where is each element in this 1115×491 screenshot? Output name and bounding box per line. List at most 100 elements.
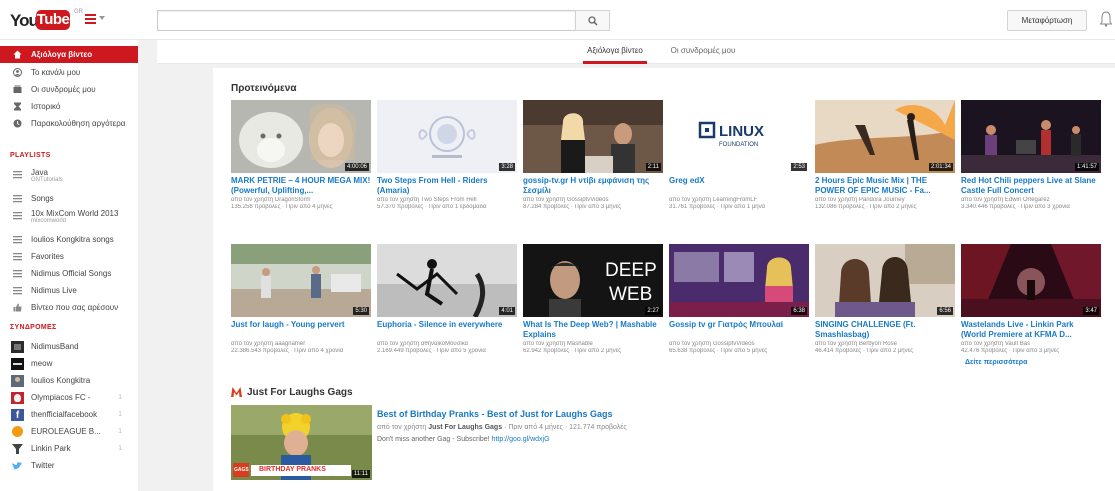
video-thumbnail[interactable]: DEEP WEB 2:27 [523, 244, 663, 317]
video-title-link[interactable]: Best of Birthday Pranks - Best of Just f… [377, 409, 613, 419]
video-uploader[interactable]: από τον χρήστη GossiptvVideos [523, 197, 663, 204]
sidebar-item-history[interactable]: Ιστορικό [0, 98, 138, 115]
video-thumbnail[interactable]: 6:38 [669, 244, 809, 317]
sidebar-item-subscriptions[interactable]: Οι συνδρομές μου [0, 81, 138, 98]
video-title-link[interactable]: Wastelands Live - Linkin Park (World Pre… [961, 320, 1101, 340]
logo-tube: Tube [36, 10, 70, 30]
sidebar-playlist-item[interactable]: 10x MixCom World 2013 mixcomworld [0, 207, 138, 229]
sidebar-playlist-item[interactable]: Nidimus Live [0, 282, 138, 299]
sidebar-playlist-item[interactable]: Ioulios Kongkitra songs [0, 231, 138, 248]
video-uploader[interactable]: από τον χρήστη Berbyon Rose [815, 341, 955, 348]
video-title-link[interactable]: Just for laugh - Young pervert [231, 320, 371, 340]
new-count: 1 [118, 428, 122, 435]
search-input[interactable] [157, 10, 575, 31]
sidebar-subscription-item[interactable]: Twitter [0, 457, 138, 474]
video-uploader[interactable]: από τον χρήστη Two Steps From Hell [377, 197, 517, 204]
video-title-link[interactable]: Red Hot Chili peppers Live at Slane Cast… [961, 176, 1101, 196]
sidebar-playlist-item[interactable]: Songs [0, 190, 138, 207]
video-uploader[interactable]: από τον χρήστη Mashable [523, 341, 663, 348]
sidebar-item-what-to-watch[interactable]: Αξιόλογα βίντεο [0, 46, 138, 63]
youtube-logo[interactable]: You Tube GR [10, 9, 83, 31]
video-title-link[interactable]: Two Steps From Hell - Riders (Amaria) [377, 176, 517, 196]
meta-prefix: από τον χρήστη [377, 424, 427, 431]
svg-text:WEB: WEB [609, 284, 652, 305]
thumbnail-badge-text: GAGS [234, 467, 249, 473]
sidebar-subscription-item[interactable]: Olympiacos FC - 1 [0, 389, 138, 406]
video-title-link[interactable]: SINGING CHALLENGE (Ft. Smashlasbag) [815, 320, 955, 340]
sidebar-subscription-item[interactable]: meow [0, 355, 138, 372]
video-title-link[interactable]: Euphoria - Silence in everywhere [377, 320, 517, 340]
playlists-heading: PLAYLISTS [10, 152, 51, 159]
sidebar-subscription-item[interactable]: f thenfficialfacebook 1 [0, 406, 138, 423]
sidebar-subscription-item[interactable]: Ioulios Kongkitra [0, 372, 138, 389]
sidebar-playlist-item[interactable]: Favorites [0, 248, 138, 265]
video-title-link[interactable]: 2 Hours Epic Music Mix | THE POWER OF EP… [815, 176, 955, 196]
tab-my-subscriptions[interactable]: Οι συνδρομές μου [663, 40, 743, 64]
video-uploader[interactable]: από τον χρήστη Pandora Journey [815, 197, 955, 204]
video-thumbnail[interactable]: 3:47 [961, 244, 1101, 317]
video-duration: 1:41:57 [1074, 163, 1099, 171]
video-title-link[interactable]: Gossip tv gr Γιατρός Μπουλαί [669, 320, 809, 340]
video-thumbnail[interactable]: 1:41:57 [961, 100, 1101, 173]
sidebar-item-label: Nidimus Live [31, 286, 77, 295]
video-stats: 42.476 προβολές · Πριν από 3 μήνες [961, 348, 1060, 354]
video-uploader[interactable]: από τον χρήστη LearningFromLF [669, 197, 809, 204]
sidebar-playlist-item[interactable]: Nidimus Official Songs [0, 265, 138, 282]
notifications-bell-icon[interactable] [1100, 11, 1112, 27]
video-stats: 132.086 προβολές · Πριν από 2 μήνες [815, 204, 917, 210]
video-title-link[interactable]: gossip-tv.gr Η ντίβι εμφάνιση της Σεσμίλ… [523, 176, 663, 196]
video-thumbnail[interactable]: LINUX FOUNDATION 2:53 [669, 100, 809, 173]
playlist-icon [13, 195, 22, 203]
sidebar-item-label: Favorites [31, 252, 64, 261]
sidebar-subscription-item[interactable]: Linkin Park 1 [0, 440, 138, 457]
history-icon [14, 102, 21, 111]
sidebar-liked-videos[interactable]: Βίντεο που σας αρέσουν [0, 299, 138, 316]
video-thumbnail[interactable]: 2:01:34 [815, 100, 955, 173]
sidebar-item-label: Java [31, 168, 48, 177]
video-stats: 135.258 προβολές · Πριν από 4 μήνες [231, 204, 333, 210]
sidebar-item-label: meow [31, 359, 53, 368]
video-thumbnail[interactable]: 2:11 [523, 100, 663, 173]
menu-icon [85, 14, 96, 26]
video-stats: 65.638 προβολές · Πριν από 5 μήνες [669, 348, 768, 354]
playlist-icon [13, 270, 22, 278]
video-thumbnail[interactable]: 3:28 [377, 100, 517, 173]
video-thumbnail[interactable]: BIRTHDAY PRANKS GAGS 11:11 [231, 405, 372, 480]
video-uploader[interactable]: από τον χρήστη Vault Bas [961, 341, 1101, 348]
sidebar-item-label: Βίντεο που σας αρέσουν [31, 303, 119, 312]
video-description: Don't miss another Gag - Subscribe! http… [377, 436, 550, 443]
sidebar-item-my-channel[interactable]: Το κανάλι μου [0, 64, 138, 81]
deep-web-thumbnail-image: DEEP WEB [523, 244, 663, 317]
channel-shelf-title[interactable]: Just For Laughs Gags [247, 387, 353, 398]
video-uploader[interactable]: από τον χρήστη DragonStorm [231, 197, 371, 204]
sidebar-subscription-item[interactable]: NidimusBand [0, 338, 138, 355]
channel-logo-icon[interactable] [231, 387, 242, 397]
video-thumbnail[interactable]: 4:01 [377, 244, 517, 317]
description-link[interactable]: http://goo.gl/wdxjG [492, 436, 550, 443]
show-more-link[interactable]: Δείτε περισσότερα [965, 359, 1027, 366]
sidebar-playlist-item[interactable]: Java GNTutorials [0, 166, 138, 188]
guide-menu-button[interactable] [85, 12, 107, 26]
euroleague-icon [11, 426, 24, 438]
video-title-link[interactable]: MARK PETRIE – 4 HOUR MEGA MIX! (Powerful… [231, 176, 371, 196]
video-uploader[interactable]: από τον χρήστη Edwin Ortegarez [961, 197, 1101, 204]
subscriptions-heading: ΣΥΝΔΡΟΜΕΣ [10, 324, 57, 331]
video-uploader[interactable]: από τον χρήστη GossiptvVideos [669, 341, 809, 348]
channel-link[interactable]: Just For Laughs Gags [428, 424, 502, 431]
video-title-link[interactable]: What Is The Deep Web? | Mashable Explain… [523, 320, 663, 340]
video-uploader[interactable]: από τον χρήστη αθηναϊκοΜουσικά [377, 341, 517, 348]
video-thumbnail[interactable]: 4:00:06 [231, 100, 371, 173]
new-count: 1 [118, 445, 122, 452]
linux-foundation-thumbnail-image: LINUX FOUNDATION [669, 100, 809, 173]
studio-thumbnail-image [523, 100, 663, 173]
video-title-link[interactable]: Greg edX [669, 176, 809, 196]
thumbnail-banner-text: BIRTHDAY PRANKS [259, 466, 326, 473]
upload-button[interactable]: Μεταφόρτωση [1007, 10, 1087, 31]
video-thumbnail[interactable]: 5:30 [231, 244, 371, 317]
search-button[interactable] [575, 10, 610, 31]
tab-what-to-watch[interactable]: Αξιόλογα βίντεο [583, 40, 647, 64]
sidebar-subscription-item[interactable]: EUROLEAGUE B... 1 [0, 423, 138, 440]
video-thumbnail[interactable]: 6:56 [815, 244, 955, 317]
sidebar-item-watch-later[interactable]: Παρακολούθηση αργότερα [0, 115, 138, 132]
video-uploader[interactable]: από τον χρήστη aaagnamer [231, 341, 371, 348]
